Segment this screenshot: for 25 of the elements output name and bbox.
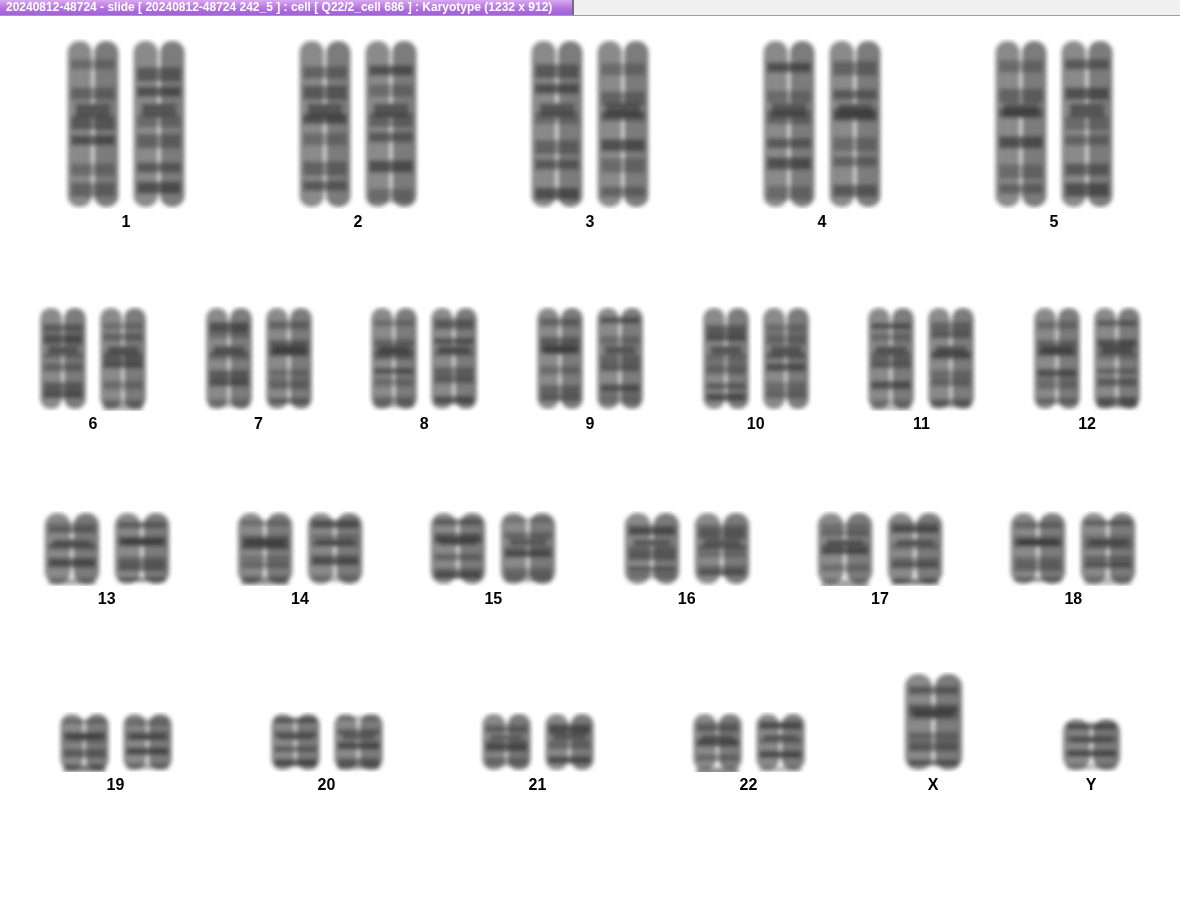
chromosome-number: 14 [291,590,309,608]
chromosome-number: Y [1085,776,1097,794]
chromosome-number: 15 [484,590,503,608]
chromosome-number: 4 [817,213,827,231]
chromosome-number: 12 [1078,415,1096,433]
chromosome-number: 13 [97,590,116,608]
window-title: 20240812-48724 - slide [ 20240812-48724 242_5 ] : cell [ Q22/2_cell 686 ] : Karyotype (1232 x 912) [0,0,575,15]
chromosome-number: 9 [585,415,595,433]
chromosome-number: 11 [912,415,930,433]
chromosome-number: 19 [106,776,125,794]
chromosome-number: 10 [746,415,765,433]
chromosome-number: 17 [871,590,889,608]
chromosome-number: 1 [121,213,131,231]
chromosome-number: X [927,776,939,794]
chromosome-number: 7 [254,415,263,433]
chromosome-number: 5 [1049,213,1059,231]
chromosome-number: 2 [353,213,363,231]
chromosome-number: 3 [585,213,595,231]
chromosome-number: 22 [739,776,758,794]
chromosome-number: 8 [419,415,429,433]
chromosome-number: 18 [1064,590,1083,608]
chromosome-number: 16 [677,590,696,608]
chromosome-number: 21 [528,776,547,794]
chromosome-number: 6 [88,415,98,433]
chromosome-number: 20 [317,776,336,794]
